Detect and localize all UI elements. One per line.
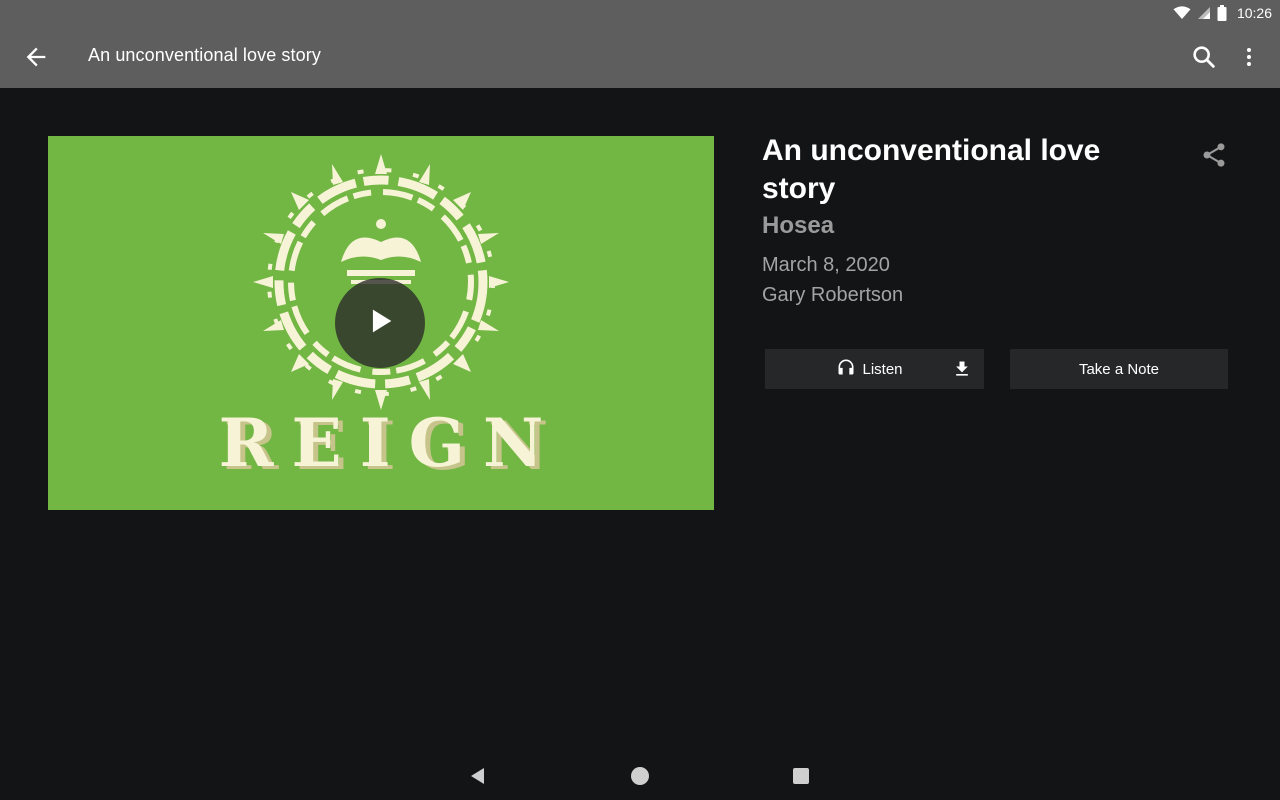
sermon-speaker[interactable]: Gary Robertson [762, 280, 1222, 310]
play-icon [363, 304, 397, 343]
play-button[interactable] [335, 278, 425, 368]
sermon-date: March 8, 2020 [762, 254, 890, 276]
arrow-back-icon[interactable] [22, 43, 50, 71]
status-time: 10:26 [1236, 4, 1272, 21]
take-note-button[interactable]: Take a Note [1010, 349, 1228, 389]
listen-button[interactable]: Listen [765, 349, 984, 389]
search-icon[interactable] [1190, 43, 1218, 71]
nav-recents-icon[interactable] [793, 768, 809, 784]
sermon-series[interactable]: Hosea [762, 210, 1222, 242]
status-bar: 10:26 [0, 0, 1280, 25]
take-note-label: Take a Note [1078, 360, 1160, 378]
headphones-icon [836, 357, 856, 381]
artwork-title: REIGN [218, 404, 562, 482]
signal-icon [1197, 6, 1211, 20]
wifi-icon [1173, 5, 1191, 20]
download-icon[interactable] [952, 359, 972, 379]
app-bar-title: An unconventional love story [88, 45, 321, 65]
app-bar: An unconventional love story [0, 25, 1280, 88]
listen-label: Listen [862, 360, 903, 378]
share-icon[interactable] [1200, 141, 1228, 169]
system-nav-bar [0, 752, 1280, 800]
sermon-title: An unconventional love story [762, 134, 1101, 205]
nav-home-icon[interactable] [631, 767, 649, 785]
battery-icon [1217, 4, 1227, 21]
sermon-details: An unconventional love story Hosea March… [762, 132, 1222, 310]
more-vert-icon[interactable] [1237, 43, 1261, 71]
video-player[interactable]: REIGN [48, 136, 714, 510]
nav-back-icon[interactable] [468, 766, 488, 786]
